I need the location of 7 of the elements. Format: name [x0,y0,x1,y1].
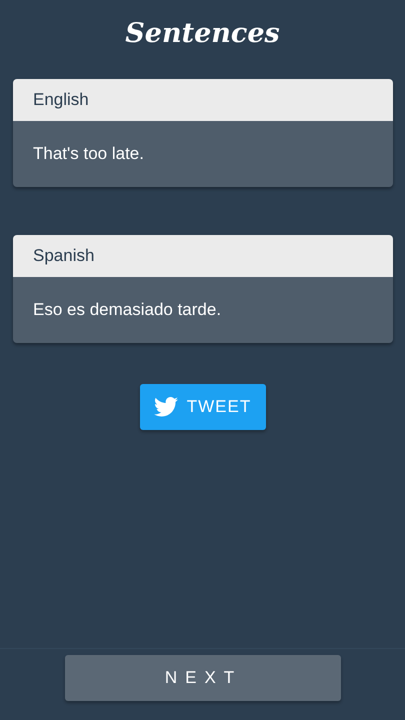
language-header: Spanish [13,235,393,277]
app-title: Sentences [124,16,281,50]
sentence-text: That's too late. [13,121,393,187]
bird-icon [154,397,178,417]
sentence-text: Eso es demasiado tarde. [13,277,393,343]
next-button[interactable]: NEXT [64,655,340,701]
language-header: English [13,79,393,121]
